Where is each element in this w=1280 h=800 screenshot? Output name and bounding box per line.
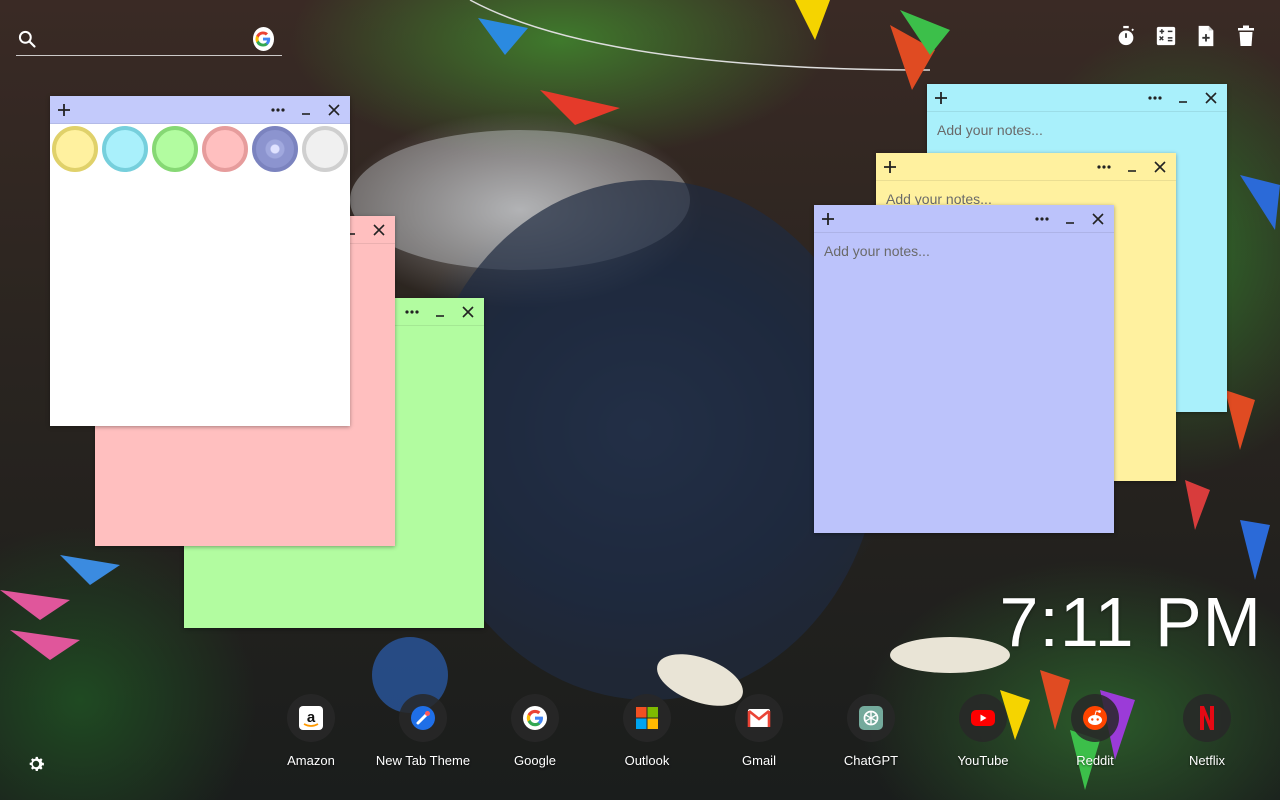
timer-icon[interactable] — [1114, 24, 1138, 48]
close-icon[interactable] — [371, 222, 387, 238]
more-options-icon[interactable] — [404, 304, 420, 320]
minimize-icon[interactable] — [432, 304, 448, 320]
new-note-icon[interactable] — [1194, 24, 1218, 48]
shortcut-reddit[interactable]: Reddit — [1039, 694, 1151, 768]
shortcut-google[interactable]: Google — [479, 694, 591, 768]
calculator-icon[interactable] — [1154, 24, 1178, 48]
google-icon — [511, 694, 559, 742]
shortcut-chatgpt[interactable]: ChatGPT — [815, 694, 927, 768]
more-options-icon[interactable] — [1147, 90, 1163, 106]
sticky-note-purple[interactable] — [814, 205, 1114, 533]
add-note-icon[interactable] — [933, 90, 949, 106]
gmail-icon — [735, 694, 783, 742]
minimize-icon[interactable] — [298, 102, 314, 118]
shortcut-label: Netflix — [1188, 753, 1226, 768]
color-swatch-blue[interactable] — [102, 126, 148, 172]
note-header[interactable] — [927, 84, 1227, 112]
close-icon[interactable] — [326, 102, 342, 118]
amazon-icon: a — [287, 694, 335, 742]
chatgpt-icon — [847, 694, 895, 742]
shortcut-amazon[interactable]: a Amazon — [255, 694, 367, 768]
minimize-icon[interactable] — [1124, 159, 1140, 175]
note-textarea[interactable] — [814, 233, 1114, 533]
more-options-icon[interactable] — [1096, 159, 1112, 175]
youtube-icon — [959, 694, 1007, 742]
shortcut-label: New Tab Theme — [375, 753, 471, 768]
shortcut-new-tab-theme[interactable]: New Tab Theme — [367, 694, 479, 768]
close-icon[interactable] — [460, 304, 476, 320]
more-options-icon[interactable] — [1034, 211, 1050, 227]
shortcut-youtube[interactable]: YouTube — [927, 694, 1039, 768]
reddit-icon — [1071, 694, 1119, 742]
close-icon[interactable] — [1090, 211, 1106, 227]
color-palette — [50, 124, 350, 174]
outlook-icon — [623, 694, 671, 742]
minimize-icon[interactable] — [1175, 90, 1191, 106]
note-header[interactable] — [876, 153, 1176, 181]
search-icon[interactable] — [16, 27, 38, 51]
clock: 7:11 PM — [999, 583, 1262, 661]
shortcut-label: Outlook — [624, 753, 670, 768]
note-header[interactable] — [50, 96, 350, 124]
add-note-icon[interactable] — [820, 211, 836, 227]
shortcut-netflix[interactable]: Netflix — [1151, 694, 1263, 768]
color-swatch-gray[interactable] — [302, 126, 348, 172]
minimize-icon[interactable] — [1062, 211, 1078, 227]
shortcut-label: Reddit — [1076, 753, 1114, 768]
close-icon[interactable] — [1152, 159, 1168, 175]
trash-icon[interactable] — [1234, 24, 1258, 48]
more-options-icon[interactable] — [270, 102, 286, 118]
shortcut-gmail[interactable]: Gmail — [703, 694, 815, 768]
new-tab-theme-icon — [399, 694, 447, 742]
add-note-icon[interactable] — [56, 102, 72, 118]
shortcut-label: Google — [514, 753, 556, 768]
note-header[interactable] — [814, 205, 1114, 233]
settings-gear-icon[interactable] — [24, 752, 48, 776]
toolbar — [1114, 24, 1258, 48]
color-swatch-green[interactable] — [152, 126, 198, 172]
search-input[interactable] — [37, 24, 253, 53]
netflix-icon — [1183, 694, 1231, 742]
shortcut-label: ChatGPT — [843, 753, 899, 768]
shortcut-outlook[interactable]: Outlook — [591, 694, 703, 768]
svg-text:a: a — [307, 709, 316, 726]
add-note-icon[interactable] — [882, 159, 898, 175]
shortcuts-dock: a Amazon New Tab Theme Google Outlook Gm — [255, 694, 1263, 768]
sticky-note-white[interactable] — [50, 96, 350, 426]
shortcut-label: YouTube — [957, 753, 1009, 768]
color-swatch-pink[interactable] — [202, 126, 248, 172]
shortcut-label: Gmail — [742, 753, 776, 768]
color-swatch-purple[interactable] — [252, 126, 298, 172]
color-swatch-yellow[interactable] — [52, 126, 98, 172]
shortcut-label: Amazon — [287, 753, 335, 768]
close-icon[interactable] — [1203, 90, 1219, 106]
google-search-engine-icon[interactable] — [252, 26, 274, 51]
search-bar — [16, 22, 282, 56]
